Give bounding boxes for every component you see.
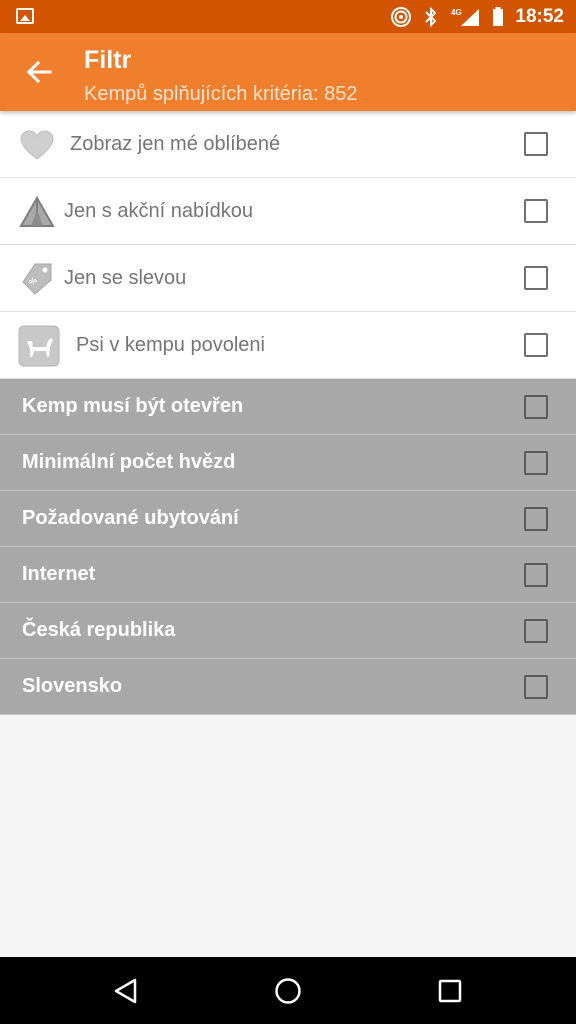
filter-row-dogs[interactable]: Psi v kempu povoleni bbox=[0, 312, 576, 379]
filter-label: Psi v kempu povoleni bbox=[76, 333, 265, 356]
section-checkbox[interactable] bbox=[524, 394, 548, 419]
section-row-internet[interactable]: Internet bbox=[0, 547, 576, 603]
filter-list: Zobraz jen mé oblíbené Jen s akční nabíd… bbox=[0, 111, 576, 715]
section-checkbox[interactable] bbox=[524, 562, 548, 587]
filter-checkbox[interactable] bbox=[524, 333, 548, 357]
image-notification-icon bbox=[16, 8, 34, 24]
section-checkbox[interactable] bbox=[524, 506, 548, 531]
section-checkbox[interactable] bbox=[524, 450, 548, 475]
section-label: Internet bbox=[22, 563, 96, 585]
arrow-back-icon[interactable] bbox=[22, 55, 56, 89]
section-checkbox[interactable] bbox=[524, 674, 548, 699]
section-row-accommodation[interactable]: Požadované ubytování bbox=[0, 491, 576, 547]
hotspot-icon bbox=[391, 6, 412, 27]
page-subtitle: Kempů splňujících kritéria: 852 bbox=[84, 83, 358, 105]
filter-row-offer[interactable]: Jen s akční nabídkou bbox=[0, 178, 576, 245]
filter-row-favorites[interactable]: Zobraz jen mé oblíbené bbox=[0, 111, 576, 178]
signal-icon: 4G bbox=[451, 7, 481, 27]
status-bar: 4G 18:52 bbox=[0, 0, 576, 33]
filter-row-discount[interactable]: % Jen se slevou bbox=[0, 245, 576, 312]
page-title: Filtr bbox=[84, 46, 132, 74]
section-label: Česká republika bbox=[22, 619, 176, 641]
section-label: Minimální počet hvězd bbox=[22, 451, 236, 473]
section-row-stars[interactable]: Minimální počet hvězd bbox=[0, 435, 576, 491]
section-row-czech[interactable]: Česká republika bbox=[0, 603, 576, 659]
filter-checkbox[interactable] bbox=[524, 199, 548, 223]
section-label: Požadované ubytování bbox=[22, 507, 239, 529]
filter-label: Zobraz jen mé oblíbené bbox=[70, 132, 281, 155]
navigation-bar bbox=[0, 957, 576, 1024]
nav-home-icon[interactable] bbox=[272, 975, 304, 1007]
status-bar-right: 4G 18:52 bbox=[391, 0, 564, 33]
toolbar: Filtr Kempů splňujících kritéria: 852 bbox=[0, 33, 576, 111]
section-row-slovakia[interactable]: Slovensko bbox=[0, 659, 576, 715]
tent-icon bbox=[18, 193, 56, 231]
filter-checkbox[interactable] bbox=[524, 132, 548, 156]
battery-icon bbox=[491, 6, 505, 27]
filter-checkbox[interactable] bbox=[524, 266, 548, 290]
network-label: 4G bbox=[451, 8, 462, 17]
nav-back-icon[interactable] bbox=[110, 975, 142, 1007]
nav-recents-icon[interactable] bbox=[434, 975, 466, 1007]
dog-icon bbox=[18, 325, 60, 367]
status-time: 18:52 bbox=[515, 5, 564, 27]
section-label: Slovensko bbox=[22, 675, 123, 697]
filter-label: Jen s akční nabídkou bbox=[64, 199, 254, 222]
filter-label: Jen se slevou bbox=[64, 266, 187, 289]
heart-icon bbox=[18, 126, 56, 164]
section-row-open[interactable]: Kemp musí být otevřen bbox=[0, 379, 576, 435]
section-checkbox[interactable] bbox=[524, 618, 548, 643]
section-label: Kemp musí být otevřen bbox=[22, 395, 244, 417]
discount-tag-icon: % bbox=[18, 260, 56, 298]
bluetooth-icon bbox=[421, 6, 441, 27]
